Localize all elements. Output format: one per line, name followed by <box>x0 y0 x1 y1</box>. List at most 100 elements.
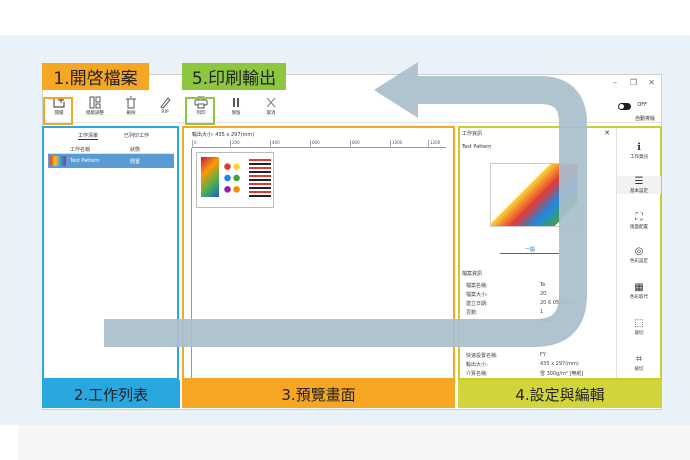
print-field-label: 介質名稱: <box>466 371 488 377</box>
preview-color-dots <box>221 159 247 197</box>
auto-layout-label: 自動排版 <box>634 116 655 122</box>
sidebar-item-label: 裁切 <box>634 367 644 372</box>
ruler-tick: 600 <box>310 140 320 148</box>
delete-button[interactable]: 刪除 <box>116 95 146 121</box>
print-page-preview[interactable] <box>196 152 274 208</box>
ruler-tick: 0 <box>192 140 197 148</box>
column-status[interactable]: 狀態 <box>130 146 140 153</box>
cancel-label: 取消 <box>266 110 276 116</box>
print-field-value: FY <box>540 352 546 358</box>
pause-label: 保留 <box>231 110 241 116</box>
color-replace-icon: ▦ <box>634 282 644 293</box>
job-name: Test Pattern <box>70 158 100 164</box>
crop-icon: ⌗ <box>636 354 642 365</box>
pause-icon <box>233 98 239 107</box>
sidebar-item-color-replace[interactable]: ▦ 色彩取代 <box>617 282 661 300</box>
ruler-tick: 200 <box>230 140 240 148</box>
file-field-label: 頁數: <box>466 310 478 316</box>
layout-frame-icon: ⛶ <box>635 212 643 223</box>
trash-icon <box>126 96 136 109</box>
ruler-tick: 1200 <box>428 140 440 148</box>
minimize-button[interactable]: – <box>613 78 617 87</box>
job-list-tabs: 工作清單 已列印工作 <box>48 132 174 142</box>
restore-button[interactable]: ❐ <box>630 78 637 87</box>
sidebar-item-label: 版面配置 <box>630 225 648 230</box>
tab-general[interactable]: 一般 <box>500 246 560 254</box>
ruler-tick: 400 <box>270 140 280 148</box>
toggle-state-label: OFF <box>637 102 647 108</box>
settings-sidebar: ℹ 工作資訊 ☰ 基本設定 ⛶ 版面配置 ◎ 色彩設定 ▦ 色彩取代 ⬚ 裁切 ⌗ 裁切 <box>616 128 661 378</box>
sidebar-item-label: 裁切 <box>634 331 644 336</box>
pause-button[interactable]: 保留 <box>221 95 251 121</box>
file-field-label: 檔案名稱: <box>466 283 488 289</box>
layout-adjust-button[interactable]: 擺版調整 <box>80 95 110 121</box>
settings-pane: 工作資訊 ✕ Test Pattern 一般 檔案資訊 檔案名稱: Te 檔案大… <box>458 126 662 380</box>
file-field-label: 建立日期: <box>466 301 488 307</box>
sidebar-item-layout[interactable]: ⛶ 版面配置 <box>617 212 661 230</box>
file-field-value: 1 <box>540 309 544 315</box>
settings-title: 工作資訊 <box>462 131 483 137</box>
close-window-button[interactable]: ✕ <box>648 78 655 87</box>
delete-label: 刪除 <box>126 110 136 116</box>
job-thumbnail <box>50 156 66 166</box>
file-field-value: 20 6 05:04:14 <box>540 300 576 306</box>
tab-jobs[interactable]: 工作清單 <box>78 132 99 140</box>
cancel-button[interactable]: 取消 <box>256 95 286 121</box>
print-field-value: 雪 300g/m² [無紙] <box>540 371 584 377</box>
callout-job-list: 2.工作列表 <box>42 380 180 408</box>
column-name[interactable]: 工作名稱 <box>70 146 90 153</box>
sidebar-item-crop[interactable]: ⌗ 裁切 <box>617 354 661 372</box>
sidebar-item-color-settings[interactable]: ◎ 色彩設定 <box>617 246 661 264</box>
sidebar-item-basic-settings[interactable]: ☰ 基本設定 <box>617 176 661 194</box>
callout-print-output: 5.印刷輸出 <box>182 63 286 90</box>
rip-icon <box>160 97 171 109</box>
print-field-label: 快速設置名稱: <box>466 353 498 359</box>
file-info-heading: 檔案資訊 <box>462 271 483 277</box>
preview-color-bars <box>249 159 271 197</box>
crop-marks-icon: ⬚ <box>634 318 644 329</box>
print-field-label: 輸出大小: <box>466 362 488 368</box>
preview-pane: 輸出大小: 435 x 297(mm) 0 200 400 600 800 10… <box>182 126 455 380</box>
preview-photo <box>201 157 219 197</box>
info-icon: ℹ <box>637 142 641 153</box>
tab-printed-jobs[interactable]: 已列印工作 <box>124 132 149 139</box>
settings-job-name: Test Pattern <box>462 144 492 150</box>
vertical-ruler <box>184 148 192 378</box>
rip-button[interactable]: RIP <box>150 95 180 121</box>
output-size-text: 輸出大小: 435 x 297(mm) <box>192 132 255 138</box>
job-status: 閒置 <box>130 159 141 165</box>
layout-adjust-label: 擺版調整 <box>85 110 104 116</box>
callout-settings: 4.設定與編輯 <box>458 380 662 408</box>
sidebar-item-label: 色彩取代 <box>630 295 648 300</box>
file-field-value: mm) <box>540 318 552 324</box>
auto-layout-toggle[interactable] <box>618 103 631 110</box>
ruler-tick: 800 <box>350 140 360 148</box>
horizontal-ruler: 0 200 400 600 800 1000 1200 <box>192 140 446 148</box>
file-field-value: 20 <box>540 291 547 297</box>
cancel-icon <box>266 97 276 108</box>
rip-label: RIP <box>161 109 169 115</box>
table-row[interactable]: Test Pattern 閒置 <box>48 154 174 168</box>
toolbar: 開檔 擺版調整 刪除 RIP 列印 保留 取消 <box>43 93 661 123</box>
bottom-margin <box>18 425 690 460</box>
sidebar-item-label: 色彩設定 <box>630 259 648 264</box>
ruler-tick: 1000 <box>390 140 402 148</box>
sidebar-item-job-info[interactable]: ℹ 工作資訊 <box>617 142 661 160</box>
file-field-label: 檔案大小: <box>466 292 488 298</box>
color-wheel-icon: ◎ <box>634 246 644 257</box>
settings-close-button[interactable]: ✕ <box>604 129 610 137</box>
job-list-pane: 工作清單 已列印工作 工作名稱 狀態 Test Pattern 閒置 <box>42 126 179 380</box>
layout-icon <box>89 96 101 109</box>
sidebar-item-label: 基本設定 <box>630 189 648 194</box>
file-field-value: Te <box>540 282 546 288</box>
sidebar-item-crop-marks[interactable]: ⬚ 裁切 <box>617 318 661 336</box>
job-list-header: 工作名稱 狀態 <box>48 146 174 154</box>
print-highlight <box>185 97 215 125</box>
top-margin <box>0 0 690 35</box>
open-file-highlight <box>43 97 73 125</box>
callout-open-file: 1.開啓檔案 <box>42 63 149 90</box>
list-icon: ☰ <box>634 176 644 187</box>
print-field-value: 435 x 297(mm) <box>540 361 579 367</box>
sidebar-item-label: 工作資訊 <box>630 155 648 160</box>
callout-preview: 3.預覽畫面 <box>182 380 455 408</box>
